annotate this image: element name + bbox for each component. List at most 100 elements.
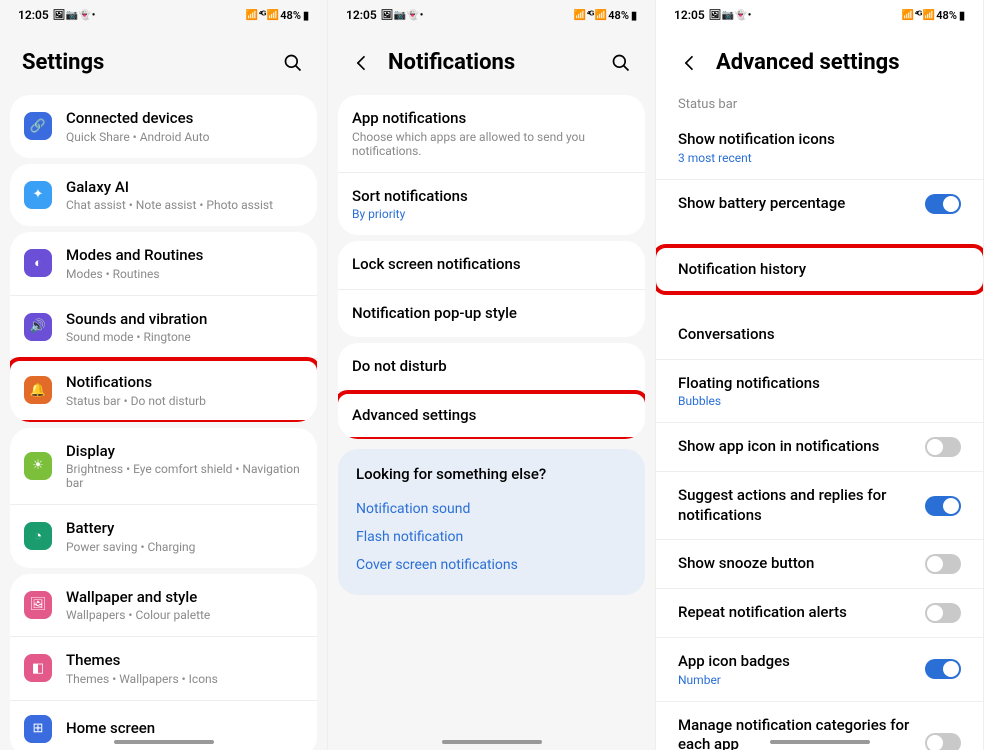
settings-item-icon: ◧ bbox=[24, 654, 52, 682]
notif-item-advanced-settings[interactable]: Advanced settings bbox=[338, 391, 645, 440]
settings-item-title: Home screen bbox=[66, 719, 303, 739]
suggest-link-cover-screen-notifications[interactable]: Cover screen notifications bbox=[356, 551, 627, 579]
home-indicator[interactable] bbox=[770, 740, 870, 744]
adv-item-show-notification-icons[interactable]: Show notification icons3 most recent bbox=[656, 116, 983, 179]
status-app-icons: 🖼 📷 👻 • bbox=[709, 10, 751, 21]
adv-item-app-icon-badges[interactable]: App icon badgesNumber bbox=[656, 637, 983, 701]
settings-item-icon: ◐ bbox=[24, 249, 52, 277]
settings-item-battery[interactable]: ◔BatteryPower saving • Charging bbox=[10, 504, 317, 568]
toggle-switch[interactable] bbox=[925, 554, 961, 574]
settings-item-title: Galaxy AI bbox=[66, 178, 303, 198]
back-icon[interactable] bbox=[350, 51, 374, 75]
toggle-switch[interactable] bbox=[925, 194, 961, 214]
toggle-switch[interactable] bbox=[925, 659, 961, 679]
adv-item-show-battery-percentage[interactable]: Show battery percentage bbox=[656, 179, 983, 228]
search-icon[interactable] bbox=[609, 51, 633, 75]
notif-item-do-not-disturb[interactable]: Do not disturb bbox=[338, 343, 645, 391]
adv-item-notification-history[interactable]: Notification history bbox=[656, 246, 983, 294]
advanced-settings-list: Show notification icons3 most recentShow… bbox=[656, 116, 983, 750]
battery-icon: ▮ bbox=[303, 9, 309, 22]
item-title: Notification pop-up style bbox=[352, 304, 631, 324]
toggle-switch[interactable] bbox=[925, 496, 961, 516]
settings-item-title: Modes and Routines bbox=[66, 246, 303, 266]
item-title: Manage notification categories for each … bbox=[678, 716, 925, 750]
adv-item-floating-notifications[interactable]: Floating notificationsBubbles bbox=[656, 359, 983, 423]
settings-item-title: Wallpaper and style bbox=[66, 588, 303, 608]
page-title: Advanced settings bbox=[716, 50, 900, 75]
settings-item-sub: Sound mode • Ringtone bbox=[66, 330, 303, 344]
lock-screen-group: Lock screen notifications Notification po… bbox=[338, 241, 645, 337]
item-title: Show battery percentage bbox=[678, 194, 925, 214]
item-sub: By priority bbox=[352, 207, 631, 221]
item-title: Show app icon in notifications bbox=[678, 437, 925, 457]
back-icon[interactable] bbox=[678, 51, 702, 75]
status-time: 12:05 bbox=[346, 8, 377, 22]
settings-item-icon: 🔊 bbox=[24, 313, 52, 341]
item-title: Show notification icons bbox=[678, 130, 961, 150]
adv-item-suggest-actions-and-replies-for-notifications[interactable]: Suggest actions and replies for notifica… bbox=[656, 471, 983, 539]
suggestions-title: Looking for something else? bbox=[356, 465, 627, 483]
settings-item-title: Themes bbox=[66, 651, 303, 671]
item-title: Repeat notification alerts bbox=[678, 603, 925, 623]
status-signal-icons: 📶 ⁴ᴳ 📶 bbox=[902, 10, 935, 21]
settings-item-galaxy-ai[interactable]: ✦ Galaxy AIChat assist • Note assist • Ph… bbox=[10, 164, 317, 227]
status-app-icons: 🖼 📷 👻 • bbox=[381, 10, 423, 21]
item-title: Do not disturb bbox=[352, 357, 631, 377]
toggle-switch[interactable] bbox=[925, 733, 961, 750]
item-title: Sort notifications bbox=[352, 187, 631, 207]
settings-item-sounds-and-vibration[interactable]: 🔊Sounds and vibrationSound mode • Ringto… bbox=[10, 295, 317, 359]
notif-item-notification-pop-up-style[interactable]: Notification pop-up style bbox=[338, 289, 645, 338]
notif-item-lock-screen-notifications[interactable]: Lock screen notifications bbox=[338, 241, 645, 289]
status-bar: 12:05 🖼 📷 👻 • 📶 ⁴ᴳ 📶 48% ▮ bbox=[656, 0, 983, 30]
status-time: 12:05 bbox=[674, 8, 705, 22]
item-title: App notifications bbox=[352, 109, 631, 129]
item-sub: Number bbox=[678, 673, 925, 687]
notif-item-sort-notifications[interactable]: Sort notificationsBy priority bbox=[338, 172, 645, 236]
settings-item-sub: Quick Share • Android Auto bbox=[66, 130, 303, 144]
status-battery: 48% bbox=[608, 9, 629, 22]
settings-item-icon: 🖼 bbox=[24, 591, 52, 619]
status-battery: 48% bbox=[280, 9, 301, 22]
settings-item-icon: ✦ bbox=[24, 181, 52, 209]
item-title: Conversations bbox=[678, 325, 961, 345]
settings-item-themes[interactable]: ◧ThemesThemes • Wallpapers • Icons bbox=[10, 636, 317, 700]
settings-item-title: Notifications bbox=[66, 373, 303, 393]
settings-item-sub: Chat assist • Note assist • Photo assist bbox=[66, 198, 303, 212]
status-signal-icons: 📶 ⁴ᴳ 📶 bbox=[574, 10, 607, 21]
settings-item-icon: ◔ bbox=[24, 522, 52, 550]
status-battery: 48% bbox=[936, 9, 957, 22]
toggle-switch[interactable] bbox=[925, 437, 961, 457]
item-title: App icon badges bbox=[678, 652, 925, 672]
settings-item-sub: Modes • Routines bbox=[66, 267, 303, 281]
item-title: Notification history bbox=[678, 260, 961, 280]
suggestions-card: Looking for something else? Notification… bbox=[338, 449, 645, 595]
toggle-switch[interactable] bbox=[925, 603, 961, 623]
search-icon[interactable] bbox=[281, 51, 305, 75]
settings-item-display[interactable]: ☀DisplayBrightness • Eye comfort shield … bbox=[10, 428, 317, 505]
settings-item-icon: ⊞ bbox=[24, 715, 52, 743]
notif-item-app-notifications[interactable]: App notificationsChoose which apps are a… bbox=[338, 95, 645, 172]
item-title: Advanced settings bbox=[352, 406, 631, 426]
item-sub: Choose which apps are allowed to send yo… bbox=[352, 130, 631, 158]
adv-item-show-app-icon-in-notifications[interactable]: Show app icon in notifications bbox=[656, 422, 983, 471]
suggest-link-flash-notification[interactable]: Flash notification bbox=[356, 523, 627, 551]
suggest-link-notification-sound[interactable]: Notification sound bbox=[356, 495, 627, 523]
item-title: Suggest actions and replies for notifica… bbox=[678, 486, 925, 525]
settings-item-title: Battery bbox=[66, 519, 303, 539]
adv-item-show-snooze-button[interactable]: Show snooze button bbox=[656, 539, 983, 588]
settings-item-sub: Brightness • Eye comfort shield • Naviga… bbox=[66, 462, 303, 490]
home-indicator[interactable] bbox=[114, 740, 214, 744]
settings-item-wallpaper-and-style[interactable]: 🖼 Wallpaper and styleWallpapers • Colour … bbox=[10, 574, 317, 637]
settings-item-title: Connected devices bbox=[66, 109, 303, 129]
settings-item-notifications[interactable]: 🔔NotificationsStatus bar • Do not distur… bbox=[10, 358, 317, 422]
settings-item-sub: Status bar • Do not disturb bbox=[66, 394, 303, 408]
adv-item-repeat-notification-alerts[interactable]: Repeat notification alerts bbox=[656, 588, 983, 637]
settings-item-sub: Wallpapers • Colour palette bbox=[66, 608, 303, 622]
settings-item-icon: 🔗 bbox=[24, 112, 52, 140]
settings-item-connected-devices[interactable]: 🔗 Connected devicesQuick Share • Android … bbox=[10, 95, 317, 158]
status-bar: 12:05 🖼 📷 👻 • 📶 ⁴ᴳ 📶 48% ▮ bbox=[328, 0, 655, 30]
battery-icon: ▮ bbox=[959, 9, 965, 22]
adv-item-conversations[interactable]: Conversations bbox=[656, 311, 983, 359]
home-indicator[interactable] bbox=[442, 740, 542, 744]
settings-item-modes-and-routines[interactable]: ◐ Modes and RoutinesModes • Routines bbox=[10, 232, 317, 295]
